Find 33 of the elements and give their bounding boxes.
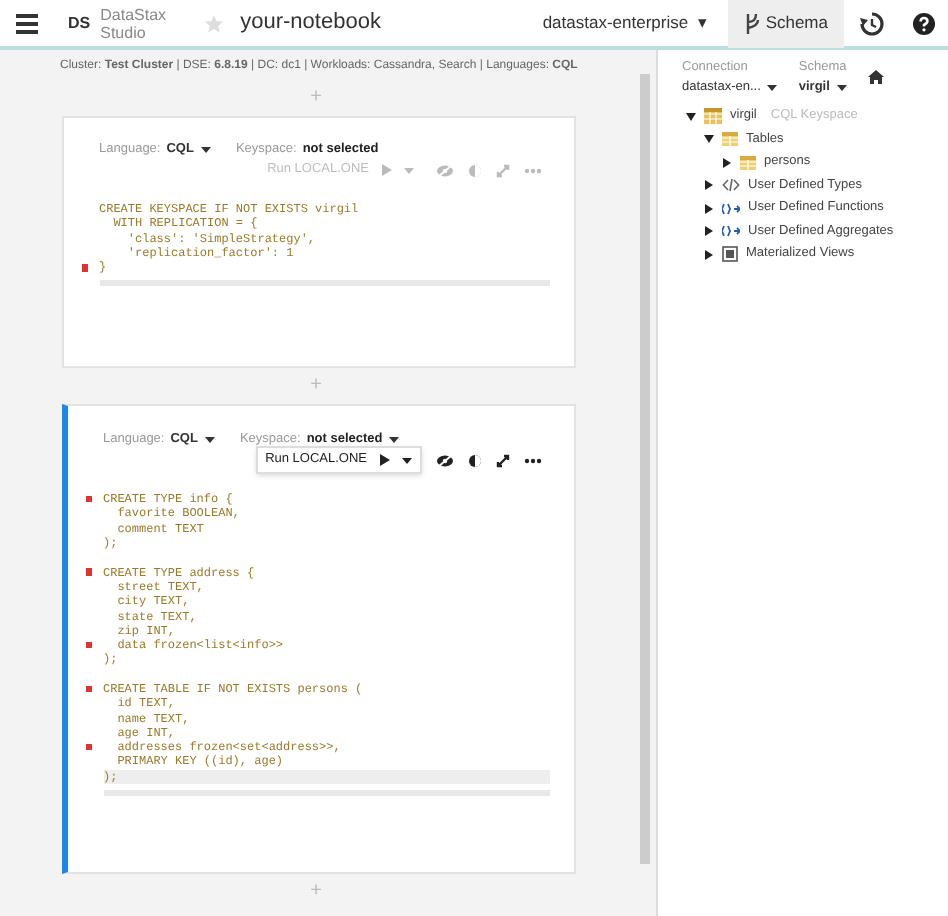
collapse-arrow-icon[interactable] [686, 111, 696, 122]
play-icon[interactable] [379, 454, 389, 466]
collapse-arrow-icon[interactable] [704, 134, 714, 145]
home-icon[interactable] [867, 70, 884, 84]
view-icon [722, 246, 738, 263]
more-icon[interactable] [523, 457, 541, 463]
caret-icon [203, 436, 216, 444]
branch-icon [743, 13, 760, 33]
table-icon [722, 132, 738, 147]
expand-arrow-icon[interactable] [704, 203, 714, 214]
database-icon [704, 108, 722, 125]
expand-arrow-icon[interactable] [722, 157, 732, 168]
notebook-title: your-notebook [240, 8, 381, 39]
expand-icon[interactable] [495, 453, 509, 467]
connection-dropdown[interactable]: datastax-enterprise ▾ [542, 10, 708, 36]
caret-icon[interactable] [401, 457, 411, 463]
angle-brackets-icon [722, 178, 740, 193]
expand-arrow-icon[interactable] [704, 226, 714, 237]
function-icon [722, 224, 740, 239]
logo: DS [68, 11, 91, 35]
function-icon [722, 201, 740, 216]
vertical-scrollbar[interactable] [639, 74, 649, 864]
contrast-icon[interactable] [467, 453, 481, 467]
eye-slash-icon[interactable] [435, 453, 453, 467]
expand-arrow-icon[interactable] [704, 249, 714, 260]
table-icon [740, 155, 756, 170]
product-name: DataStax Studio [100, 5, 169, 41]
schema-button[interactable]: Schema [727, 0, 844, 48]
expand-arrow-icon[interactable] [704, 180, 714, 191]
caret-icon [766, 83, 779, 92]
caret-icon [835, 83, 848, 92]
caret-icon [199, 146, 212, 154]
star-icon[interactable] [204, 13, 225, 33]
